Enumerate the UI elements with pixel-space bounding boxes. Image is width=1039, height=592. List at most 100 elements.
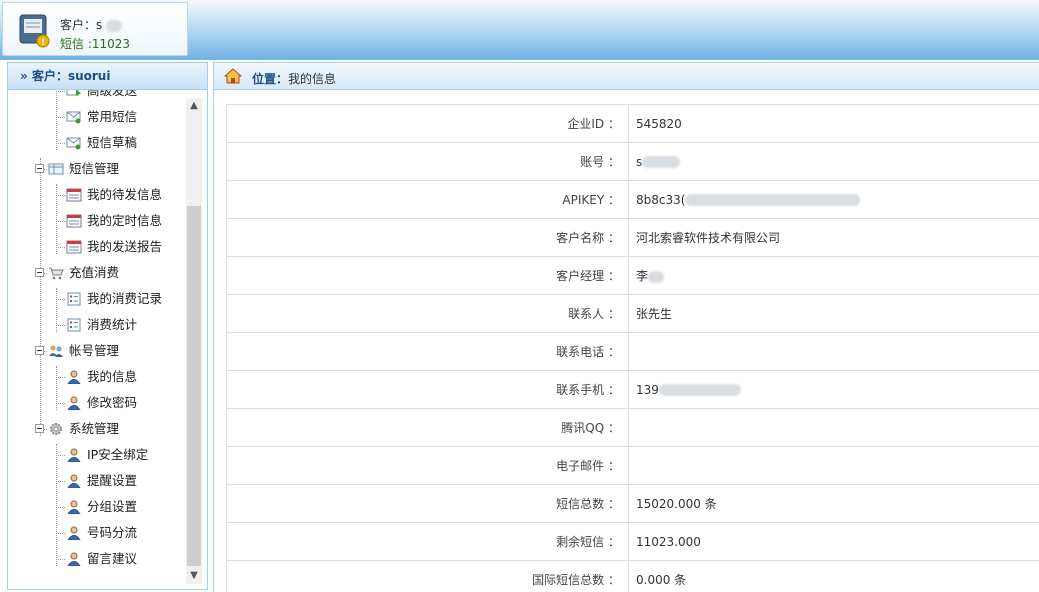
sidebar-scrollbar[interactable]: ▲ ▼ bbox=[186, 98, 202, 584]
field-value-cell bbox=[628, 446, 1039, 485]
tree-connector bbox=[56, 481, 65, 482]
sidebar-item-label: 短信草稿 bbox=[87, 135, 138, 150]
mail-icon bbox=[66, 110, 82, 124]
gear-icon bbox=[48, 422, 64, 436]
field-value: 11023.000 bbox=[636, 534, 701, 549]
field-label: 客户名称 ： bbox=[226, 218, 629, 257]
tree-connector bbox=[56, 91, 65, 92]
sidebar-item-label: 系统管理 bbox=[69, 421, 120, 436]
table-row: APIKEY ： 8b8c33( bbox=[226, 180, 1039, 219]
table-row: 短信总数 ： 15020.000 条 bbox=[226, 484, 1039, 523]
sidebar-tree-panel: 高级发送 常用短信 短信草稿 短信管理 我的待发信息 我的定时信息 我的发送报告 充值消费 我的… bbox=[7, 90, 208, 590]
table-row: 企业ID ： 545820 bbox=[226, 104, 1039, 143]
table-row: 联系手机 ： 139 bbox=[226, 370, 1039, 409]
sidebar-item-label: 我的消费记录 bbox=[87, 291, 163, 306]
calendar-icon bbox=[66, 214, 82, 228]
sidebar-item-label: 我的待发信息 bbox=[87, 187, 163, 202]
redacted-mark bbox=[106, 19, 123, 32]
scroll-thumb[interactable] bbox=[187, 206, 201, 566]
tree-connector bbox=[56, 455, 65, 456]
tree-connector bbox=[56, 507, 65, 508]
sidebar-title-text: 客户：suorui bbox=[31, 69, 111, 83]
field-value-cell: 11023.000 bbox=[628, 522, 1039, 561]
field-label: APIKEY ： bbox=[226, 180, 629, 219]
field-value-cell: 0.000 条 bbox=[628, 560, 1039, 592]
field-value-cell: 8b8c33( bbox=[628, 180, 1039, 219]
tree-connector bbox=[56, 195, 65, 196]
sms-count-line: 短信 :11023 bbox=[60, 35, 130, 52]
user-icon bbox=[66, 448, 82, 463]
collapse-toggle[interactable] bbox=[35, 424, 44, 433]
field-value: 河北索睿软件技术有限公司 bbox=[636, 231, 781, 245]
field-value-cell: 河北索睿软件技术有限公司 bbox=[628, 218, 1039, 257]
field-value: 0.000 条 bbox=[636, 573, 687, 587]
tree-guide-line bbox=[56, 90, 57, 150]
table-row: 客户经理 ： 李 bbox=[226, 256, 1039, 295]
table-row: 联系人 ： 张先生 bbox=[226, 294, 1039, 333]
field-label: 企业ID ： bbox=[226, 104, 629, 143]
redacted-mark bbox=[648, 270, 665, 283]
user-icon bbox=[66, 552, 82, 567]
sms-label: 短信 : bbox=[60, 37, 92, 51]
table-row: 客户名称 ： 河北索睿软件技术有限公司 bbox=[226, 218, 1039, 257]
collapse-toggle[interactable] bbox=[35, 346, 44, 355]
account-info-table: 企业ID ： 545820 账号 ： s APIKEY ： 8b8c33( 客户名称 ： 河北… bbox=[226, 104, 1039, 592]
field-value: 15020.000 条 bbox=[636, 497, 717, 511]
field-label: 联系电话 ： bbox=[226, 332, 629, 371]
sidebar-item-label: IP安全绑定 bbox=[87, 447, 149, 462]
field-label: 剩余短信 ： bbox=[226, 522, 629, 561]
field-label: 客户经理 ： bbox=[226, 256, 629, 295]
tree-connector bbox=[56, 325, 65, 326]
sidebar-item-label: 帐号管理 bbox=[69, 343, 120, 358]
sidebar-tree: 高级发送 常用短信 短信草稿 短信管理 我的待发信息 我的定时信息 我的发送报告 充值消费 我的… bbox=[8, 90, 188, 589]
field-value-cell: 15020.000 条 bbox=[628, 484, 1039, 523]
field-value-cell bbox=[628, 408, 1039, 447]
field-value-cell: 545820 bbox=[628, 104, 1039, 143]
tree-connector bbox=[56, 559, 65, 560]
collapse-toggle[interactable] bbox=[35, 268, 44, 277]
user-icon bbox=[66, 474, 82, 489]
tree-guide-line bbox=[56, 444, 57, 566]
breadcrumb: 位置： 我的信息 bbox=[213, 62, 1039, 90]
table-row: 国际短信总数 ： 0.000 条 bbox=[226, 560, 1039, 592]
scroll-down-button[interactable]: ▼ bbox=[186, 568, 202, 584]
field-label: 联系人 ： bbox=[226, 294, 629, 333]
field-label: 短信总数 ： bbox=[226, 484, 629, 523]
user-icon bbox=[66, 526, 82, 541]
table-row: 腾讯QQ ： bbox=[226, 408, 1039, 447]
field-label: 联系手机 ： bbox=[226, 370, 629, 409]
calendar-icon bbox=[66, 240, 82, 254]
tree-connector bbox=[56, 377, 65, 378]
sidebar-item-label: 提醒设置 bbox=[87, 473, 138, 488]
redacted-mark bbox=[658, 384, 741, 396]
tree-guide-line bbox=[40, 158, 41, 436]
collapse-toggle[interactable] bbox=[35, 164, 44, 173]
sidebar-item-label: 我的发送报告 bbox=[87, 239, 163, 254]
field-value-cell: 张先生 bbox=[628, 294, 1039, 333]
table-row: 联系电话 ： bbox=[226, 332, 1039, 371]
field-label: 腾讯QQ ： bbox=[226, 408, 629, 447]
table-row: 剩余短信 ： 11023.000 bbox=[226, 522, 1039, 561]
sidebar-item-label: 高级发送 bbox=[87, 90, 138, 98]
field-label: 国际短信总数 ： bbox=[226, 560, 629, 592]
sidebar-item-label: 我的定时信息 bbox=[87, 213, 163, 228]
breadcrumb-current: 我的信息 bbox=[288, 72, 337, 86]
send-icon bbox=[66, 90, 82, 98]
field-label: 账号 ： bbox=[226, 142, 629, 181]
sidebar-item-label: 充值消费 bbox=[69, 265, 120, 280]
field-value: 8b8c33( bbox=[636, 192, 686, 207]
redacted-mark bbox=[685, 194, 861, 206]
sidebar-item-label: 修改密码 bbox=[87, 395, 138, 410]
table-row: 账号 ： s bbox=[226, 142, 1039, 181]
scroll-up-button[interactable]: ▲ bbox=[186, 98, 202, 114]
calendar-icon bbox=[66, 188, 82, 202]
tree-connector bbox=[56, 143, 65, 144]
sidebar-title: » 客户：suorui bbox=[7, 62, 208, 90]
breadcrumb-label: 位置： bbox=[252, 72, 289, 86]
checklist-icon bbox=[66, 292, 82, 306]
user-icon bbox=[66, 500, 82, 515]
field-value-cell: s bbox=[628, 142, 1039, 181]
sidebar-item-label: 常用短信 bbox=[87, 109, 138, 124]
customer-line: 客户：s bbox=[60, 16, 123, 33]
field-value: 545820 bbox=[636, 116, 682, 131]
